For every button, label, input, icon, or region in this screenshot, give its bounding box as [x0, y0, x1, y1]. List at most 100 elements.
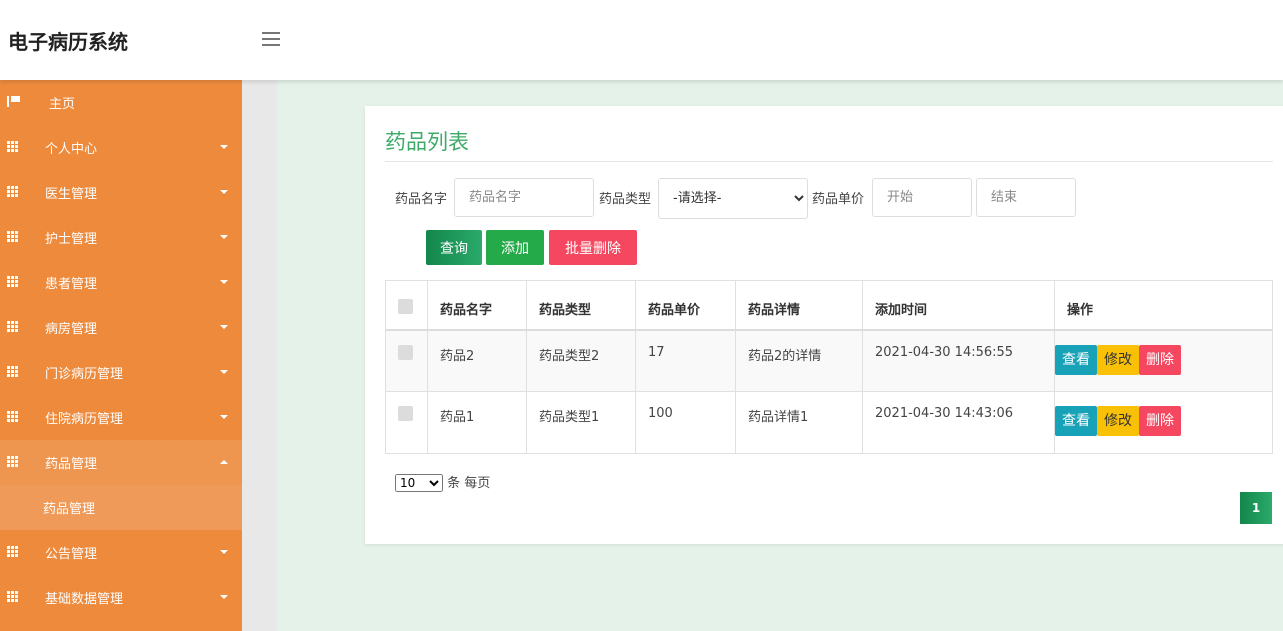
sidebar: 主页 个人中心 医生管理 护士管理 患者管理 病房管理 门诊病历管理 住院病历管… — [0, 80, 242, 631]
grid-icon — [7, 591, 19, 602]
drug-list-card: 药品列表 药品名字 药品类型 -请选择- 药品单价 查询 添加 批量删除 药品名… — [365, 106, 1283, 544]
cell-actions: 查看 修改 删除 — [1054, 329, 1273, 392]
price-start-input[interactable] — [872, 178, 972, 217]
caret-down-icon — [220, 190, 228, 194]
grid-icon — [7, 366, 19, 377]
sidebar-item-label: 住院病历管理 — [45, 412, 124, 427]
grid-icon — [7, 411, 19, 422]
delete-button[interactable]: 删除 — [1139, 406, 1181, 436]
sidebar-item-home[interactable]: 主页 — [0, 80, 242, 125]
sidebar-item-inpatient-records[interactable]: 住院病历管理 — [0, 395, 242, 440]
menu-toggle-icon[interactable] — [262, 32, 280, 46]
grid-icon — [7, 231, 19, 242]
grid-icon — [7, 276, 19, 287]
table-header-row: 药品名字 药品类型 药品单价 药品详情 添加时间 操作 — [385, 280, 1273, 331]
grid-icon — [7, 321, 19, 332]
cell-drug-detail: 药品2的详情 — [735, 329, 863, 392]
add-button[interactable]: 添加 — [486, 230, 544, 265]
caret-down-icon — [220, 145, 228, 149]
cell-drug-price: 17 — [635, 329, 736, 392]
row-select-cell — [385, 329, 428, 392]
drug-name-label: 药品名字 — [395, 192, 448, 207]
content-gutter — [242, 80, 277, 631]
query-button[interactable]: 查询 — [426, 230, 482, 265]
grid-icon — [7, 186, 19, 197]
column-header: 药品单价 — [635, 280, 736, 331]
sidebar-item-drug-management[interactable]: 药品管理 — [0, 440, 242, 485]
view-button[interactable]: 查看 — [1055, 344, 1097, 375]
sidebar-item-label: 药品管理 — [45, 457, 98, 472]
batch-delete-button[interactable]: 批量删除 — [549, 230, 637, 265]
sidebar-item-label: 护士管理 — [45, 232, 98, 247]
cell-drug-type: 药品类型1 — [526, 391, 636, 454]
table-row: 药品2 药品类型2 17 药品2的详情 2021-04-30 14:56:55 … — [385, 329, 1273, 392]
grid-icon — [7, 456, 19, 467]
title-divider — [385, 161, 1273, 162]
select-all-checkbox[interactable] — [398, 299, 413, 314]
column-header: 药品类型 — [526, 280, 636, 331]
sidebar-item-doctor-management[interactable]: 医生管理 — [0, 170, 242, 215]
sidebar-item-base-data-management[interactable]: 基础数据管理 — [0, 575, 242, 620]
sidebar-item-label: 主页 — [49, 97, 76, 112]
page-title: 药品列表 — [385, 130, 469, 154]
edit-button[interactable]: 修改 — [1097, 344, 1139, 375]
cell-drug-name: 药品2 — [427, 329, 527, 392]
page-button-current[interactable]: 1 — [1240, 492, 1272, 524]
sidebar-item-label: 病房管理 — [45, 322, 98, 337]
flag-icon — [7, 96, 20, 107]
top-header: 电子病历系统 — [0, 0, 1283, 80]
row-select-cell — [385, 391, 428, 454]
sidebar-item-label: 公告管理 — [45, 547, 98, 562]
column-header: 操作 — [1054, 280, 1273, 331]
cell-drug-name: 药品1 — [427, 391, 527, 454]
caret-up-icon — [220, 460, 228, 464]
caret-down-icon — [220, 370, 228, 374]
drug-table: 药品名字 药品类型 药品单价 药品详情 添加时间 操作 药品2 药品类型2 17… — [385, 280, 1273, 454]
caret-down-icon — [220, 595, 228, 599]
delete-button[interactable]: 删除 — [1139, 344, 1181, 375]
sidebar-item-label: 医生管理 — [45, 187, 98, 202]
row-checkbox[interactable] — [398, 406, 413, 421]
drug-price-label: 药品单价 — [812, 192, 865, 207]
drug-type-label: 药品类型 — [599, 192, 652, 207]
edit-button[interactable]: 修改 — [1097, 406, 1139, 436]
row-checkbox[interactable] — [398, 344, 413, 360]
page-size-control: 10 条 每页 — [395, 472, 490, 492]
select-all-cell — [385, 280, 428, 331]
cell-added-time: 2021-04-30 14:43:06 — [862, 391, 1055, 454]
page-size-suffix: 条 每页 — [447, 476, 491, 491]
cell-added-time: 2021-04-30 14:56:55 — [862, 329, 1055, 392]
sidebar-item-ward-management[interactable]: 病房管理 — [0, 305, 242, 350]
column-header: 药品详情 — [735, 280, 863, 331]
app-title: 电子病历系统 — [8, 30, 128, 54]
grid-icon — [7, 546, 19, 557]
sidebar-item-patient-management[interactable]: 患者管理 — [0, 260, 242, 305]
page-size-select[interactable]: 10 — [395, 474, 443, 492]
sidebar-subitem-drug-management[interactable]: 药品管理 — [0, 485, 242, 530]
column-header: 药品名字 — [427, 280, 527, 331]
sidebar-item-label: 患者管理 — [45, 277, 98, 292]
caret-down-icon — [220, 280, 228, 284]
cell-drug-type: 药品类型2 — [526, 329, 636, 392]
caret-down-icon — [220, 325, 228, 329]
price-end-input[interactable] — [976, 178, 1076, 217]
sidebar-item-nurse-management[interactable]: 护士管理 — [0, 215, 242, 260]
drug-type-select[interactable]: -请选择- — [658, 178, 808, 219]
caret-down-icon — [220, 550, 228, 554]
drug-name-input[interactable] — [454, 178, 594, 217]
cell-drug-price: 100 — [635, 391, 736, 454]
table-row: 药品1 药品类型1 100 药品详情1 2021-04-30 14:43:06 … — [385, 391, 1273, 454]
sidebar-item-label: 个人中心 — [45, 142, 98, 157]
sidebar-item-outpatient-records[interactable]: 门诊病历管理 — [0, 350, 242, 395]
sidebar-item-announcement-management[interactable]: 公告管理 — [0, 530, 242, 575]
cell-actions: 查看 修改 删除 — [1054, 391, 1273, 454]
sidebar-item-personal-center[interactable]: 个人中心 — [0, 125, 242, 170]
sidebar-item-label: 门诊病历管理 — [45, 367, 124, 382]
grid-icon — [7, 141, 19, 152]
caret-down-icon — [220, 415, 228, 419]
sidebar-subitem-label: 药品管理 — [43, 502, 96, 517]
caret-down-icon — [220, 235, 228, 239]
view-button[interactable]: 查看 — [1055, 406, 1097, 436]
cell-drug-detail: 药品详情1 — [735, 391, 863, 454]
sidebar-item-label: 基础数据管理 — [45, 592, 124, 607]
